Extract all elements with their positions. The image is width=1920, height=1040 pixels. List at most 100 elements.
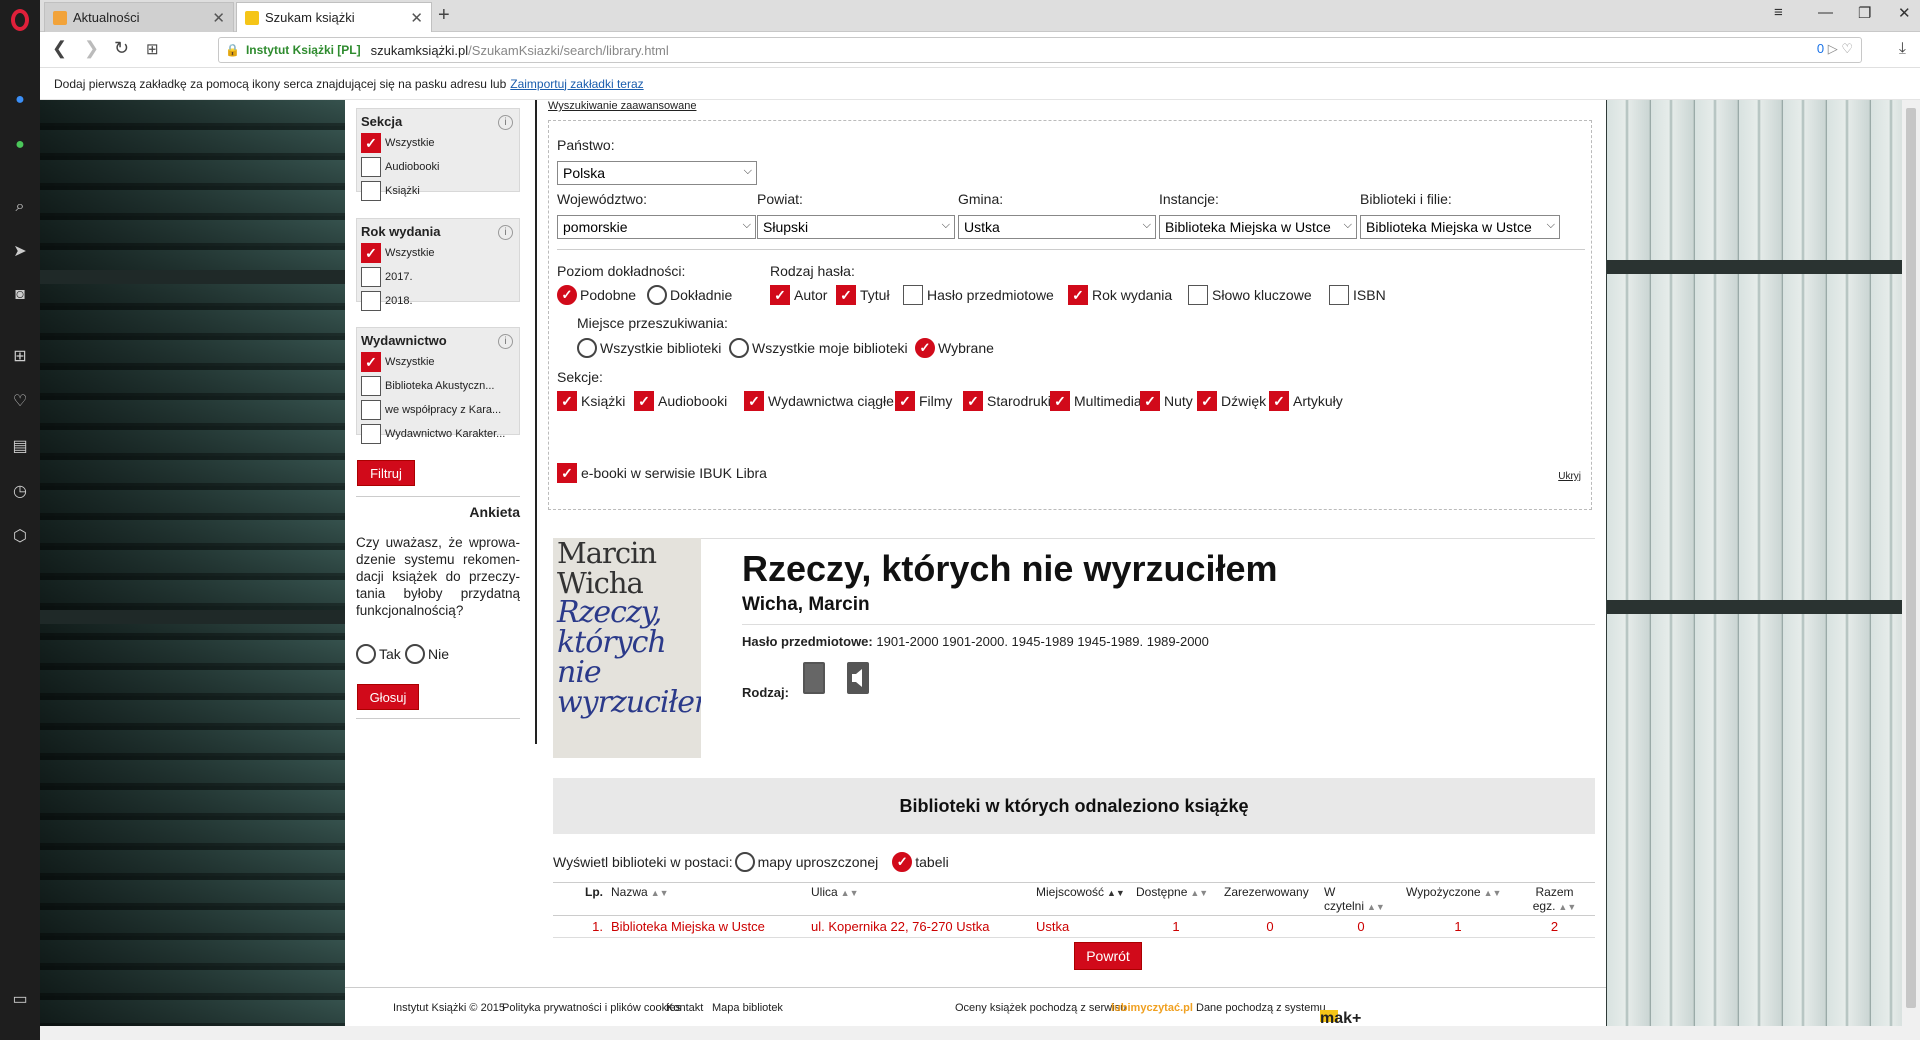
close-icon[interactable]: ✕ — [410, 9, 423, 27]
checkbox[interactable] — [1140, 391, 1160, 411]
term-author[interactable]: Autor — [770, 285, 827, 305]
col-reading-room[interactable]: W czytelni ▲▼ — [1320, 882, 1402, 916]
facet-item[interactable]: 2017. — [357, 265, 519, 289]
vote-button[interactable]: Głosuj — [357, 684, 419, 710]
sort-icon[interactable]: ▲▼ — [1558, 902, 1576, 912]
place-all[interactable]: Wszystkie biblioteki — [577, 338, 721, 358]
sort-icon[interactable]: ▲▼ — [841, 888, 859, 898]
url-field[interactable]: 🔒 Instytut Książki [PL] szukamksiążki.pl… — [218, 37, 1862, 63]
sort-icon[interactable]: ▲▼ — [1484, 888, 1502, 898]
messenger-icon[interactable]: ● — [9, 89, 31, 111]
poll-option-yes[interactable]: Tak — [356, 644, 401, 664]
new-tab-icon[interactable]: + — [438, 4, 450, 27]
back-icon[interactable]: ❮ — [52, 38, 67, 59]
checkbox[interactable] — [1197, 391, 1217, 411]
checkbox[interactable] — [361, 243, 381, 263]
facet-item[interactable]: Audiobooki — [357, 155, 519, 179]
checkbox[interactable] — [361, 133, 381, 153]
checkbox[interactable] — [361, 181, 381, 201]
checkbox[interactable] — [361, 400, 381, 420]
info-icon[interactable]: i — [498, 115, 513, 130]
window-close-icon[interactable]: ✕ — [1898, 4, 1911, 22]
section-periodicals[interactable]: Wydawnictwa ciągłe — [744, 391, 894, 411]
instances-select[interactable]: Biblioteka Miejska w Ustce ⌵ — [1159, 215, 1357, 239]
section-sound[interactable]: Dźwięk — [1197, 391, 1266, 411]
ebooks-ibuk[interactable]: e-booki w serwisie IBUK Libra — [557, 463, 767, 483]
display-map[interactable]: mapy uproszczonej — [734, 852, 878, 872]
send-icon[interactable]: ➤ — [9, 240, 31, 262]
search-icon[interactable]: ⌕ — [9, 196, 31, 218]
radio[interactable] — [729, 338, 749, 358]
checkbox[interactable] — [361, 267, 381, 287]
vertical-scrollbar[interactable] — [1902, 100, 1920, 1026]
opera-logo[interactable] — [9, 9, 31, 31]
footer-contact-link[interactable]: Kontakt — [666, 1002, 703, 1014]
facet-item[interactable]: Wszystkie — [357, 131, 519, 155]
tab-menu-icon[interactable]: ≡ — [1774, 4, 1783, 21]
facet-item[interactable]: Wydawnictwo Karakter... — [357, 422, 519, 446]
reload-icon[interactable]: ↻ — [114, 38, 129, 59]
radio[interactable] — [915, 338, 935, 358]
radio[interactable] — [356, 644, 376, 664]
county-select[interactable]: Słupski ⌵ — [757, 215, 955, 239]
facet-item[interactable]: we współpracy z Kara... — [357, 398, 519, 422]
radio[interactable] — [734, 852, 755, 872]
history-icon[interactable]: ◷ — [9, 480, 31, 502]
col-total[interactable]: Razem egz. ▲▼ — [1514, 882, 1595, 916]
col-available[interactable]: Dostępne ▲▼ — [1132, 882, 1220, 916]
radio[interactable] — [405, 644, 425, 664]
sort-icon[interactable]: ▲▼ — [651, 888, 669, 898]
checkbox[interactable] — [1188, 285, 1208, 305]
horizontal-scrollbar[interactable] — [40, 1026, 1920, 1040]
scrollbar-thumb[interactable] — [1906, 108, 1916, 1008]
display-table[interactable]: tabeli — [892, 852, 949, 872]
checkbox[interactable] — [361, 291, 381, 311]
speed-dial-icon[interactable]: ⊞ — [146, 40, 159, 58]
section-audiobooks[interactable]: Audiobooki — [634, 391, 727, 411]
footer-privacy-link[interactable]: Polityka prywatności i plików cookies — [502, 1002, 681, 1014]
close-icon[interactable]: ✕ — [212, 9, 225, 27]
checkbox[interactable] — [557, 391, 577, 411]
radio[interactable] — [892, 852, 913, 872]
checkbox[interactable] — [634, 391, 654, 411]
sort-icon[interactable]: ▲▼ — [1367, 902, 1385, 912]
checkbox[interactable] — [361, 352, 381, 372]
minimize-icon[interactable]: — — [1818, 4, 1833, 21]
place-selected[interactable]: Wybrane — [915, 338, 994, 358]
commune-select[interactable]: Ustka ⌵ — [958, 215, 1156, 239]
checkbox[interactable] — [836, 285, 856, 305]
col-borrowed[interactable]: Wypożyczone ▲▼ — [1402, 882, 1514, 916]
radio[interactable] — [577, 338, 597, 358]
checkbox[interactable] — [1050, 391, 1070, 411]
checkbox[interactable] — [1329, 285, 1349, 305]
facet-item[interactable]: Wszystkie — [357, 241, 519, 265]
place-mine[interactable]: Wszystkie moje biblioteki — [729, 338, 908, 358]
section-old-prints[interactable]: Starodruki — [963, 391, 1051, 411]
checkbox[interactable] — [361, 424, 381, 444]
checkbox[interactable] — [361, 157, 381, 177]
speed-dial-icon[interactable]: ⊞ — [9, 345, 31, 367]
checkbox[interactable] — [1068, 285, 1088, 305]
country-select[interactable]: Polska ⌵ — [557, 161, 757, 185]
heart-icon[interactable]: ♡ — [9, 390, 31, 412]
col-name[interactable]: Nazwa ▲▼ — [607, 882, 807, 916]
checkbox[interactable] — [963, 391, 983, 411]
col-reserved[interactable]: Zarezerwowany — [1220, 882, 1320, 916]
adblock-badge[interactable]: 0 ▷ ♡ — [1817, 41, 1853, 57]
checkbox[interactable] — [770, 285, 790, 305]
section-films[interactable]: Filmy — [895, 391, 952, 411]
checkbox[interactable] — [1269, 391, 1289, 411]
back-button[interactable]: Powrót — [1074, 942, 1142, 970]
radio[interactable] — [647, 285, 667, 305]
download-icon[interactable]: ⤓ — [1899, 40, 1906, 58]
checkbox[interactable] — [361, 376, 381, 396]
term-isbn[interactable]: ISBN — [1329, 285, 1386, 305]
checkbox[interactable] — [895, 391, 915, 411]
bookmark-heart-icon[interactable]: ♡ — [1841, 41, 1853, 56]
facet-item[interactable]: 2018. — [357, 289, 519, 313]
section-sheet-music[interactable]: Nuty — [1140, 391, 1193, 411]
section-articles[interactable]: Artykuły — [1269, 391, 1343, 411]
radio[interactable] — [557, 285, 577, 305]
accuracy-exact[interactable]: Dokładnie — [647, 285, 732, 305]
checkbox[interactable] — [903, 285, 923, 305]
